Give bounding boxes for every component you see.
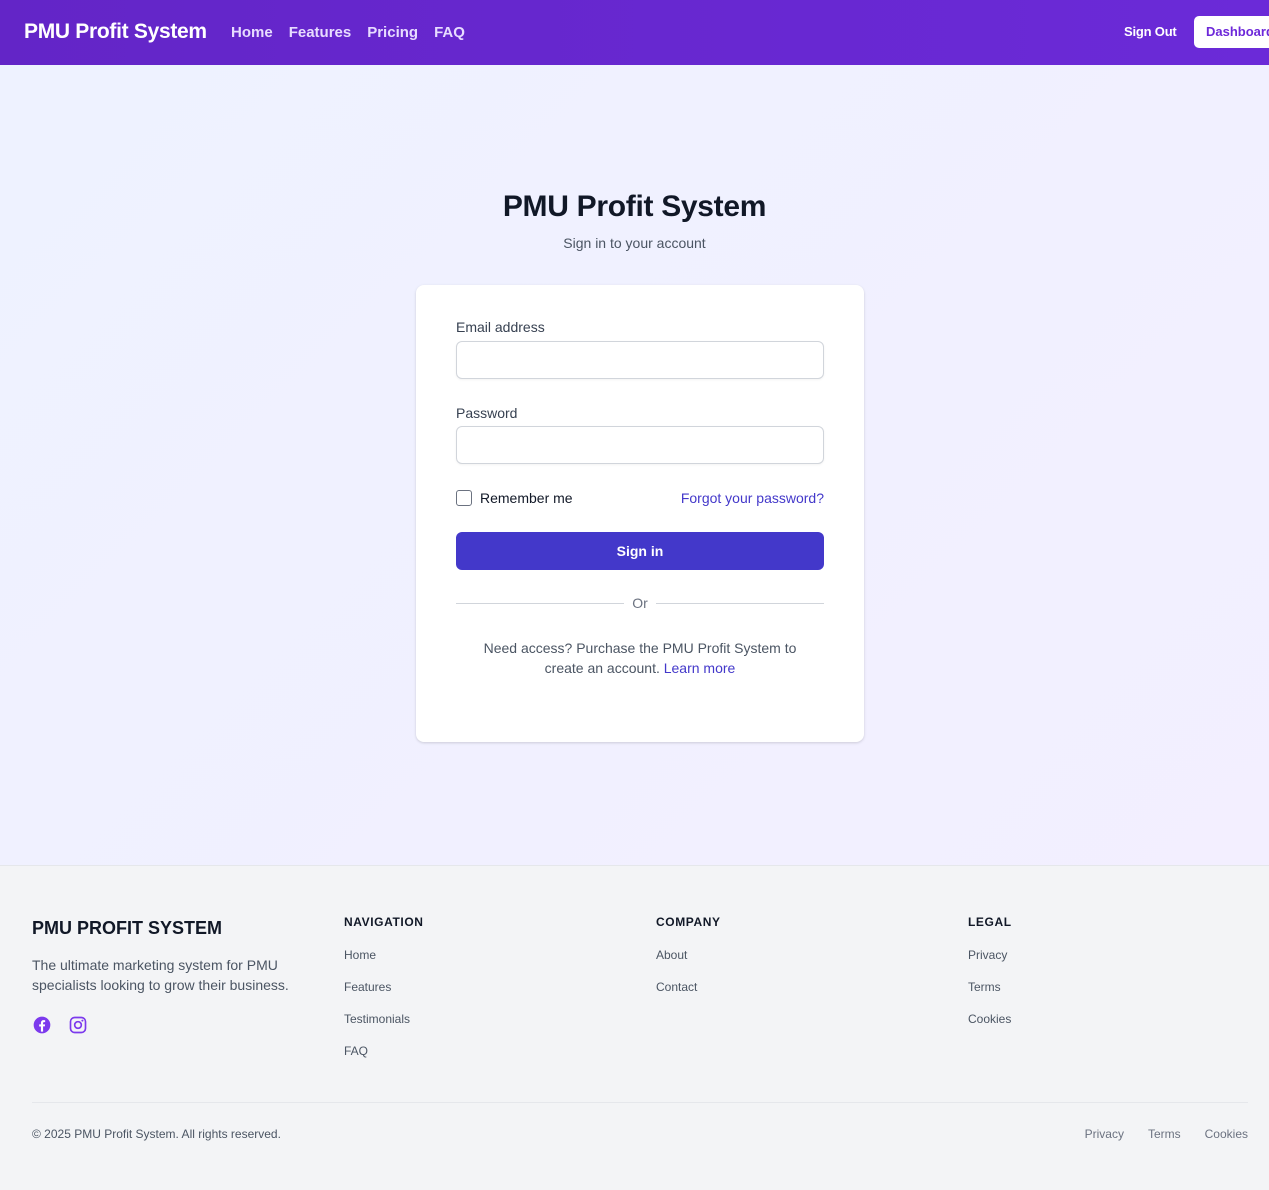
footer-heading-navigation: NAVIGATION [344, 915, 424, 929]
email-field[interactable] [456, 341, 824, 379]
footer-links-navigation: Home Features Testimonials FAQ [344, 948, 410, 1076]
email-label: Email address [456, 319, 545, 335]
copyright-text: © 2025 PMU Profit System. All rights res… [32, 1127, 281, 1141]
divider-text: Or [632, 595, 648, 611]
bottom-link-terms[interactable]: Terms [1148, 1127, 1181, 1141]
learn-more-link[interactable]: Learn more [664, 660, 736, 676]
facebook-icon[interactable] [32, 1015, 52, 1035]
page-subtitle: Sign in to your account [563, 235, 706, 251]
brand-logo[interactable]: PMU Profit System [24, 20, 207, 44]
footer: PMU PROFIT SYSTEM The ultimate marketing… [0, 865, 1269, 1190]
footer-link-features[interactable]: Features [344, 980, 410, 1012]
footer-link-faq[interactable]: FAQ [344, 1044, 410, 1076]
footer-description: The ultimate marketing system for PMU sp… [32, 957, 289, 993]
forgot-password-link[interactable]: Forgot your password? [681, 490, 824, 506]
access-note: Need access? Purchase the PMU Profit Sys… [466, 638, 814, 678]
login-section: PMU Profit System Sign in to your accoun… [0, 65, 1269, 865]
dashboard-button[interactable]: Dashboard [1194, 16, 1269, 48]
top-navbar: PMU Profit System Home Features Pricing … [0, 0, 1269, 65]
login-card: Email address Password Remember me Forgo… [416, 285, 864, 742]
remember-me-label[interactable]: Remember me [480, 490, 573, 506]
footer-brand: PMU PROFIT SYSTEM [32, 918, 223, 938]
footer-heading-legal: LEGAL [968, 915, 1012, 929]
nav-features[interactable]: Features [289, 24, 352, 41]
footer-link-contact[interactable]: Contact [656, 980, 697, 1012]
footer-link-testimonials[interactable]: Testimonials [344, 1012, 410, 1044]
footer-link-home[interactable]: Home [344, 948, 410, 980]
remember-me-checkbox[interactable] [456, 490, 472, 506]
nav-faq[interactable]: FAQ [434, 24, 465, 41]
nav-home[interactable]: Home [231, 24, 273, 41]
footer-links-company: About Contact [656, 948, 697, 1012]
footer-link-terms[interactable]: Terms [968, 980, 1011, 1012]
page-title: PMU Profit System [502, 190, 767, 223]
bottom-link-privacy[interactable]: Privacy [1085, 1127, 1124, 1141]
footer-heading-company: COMPANY [656, 915, 721, 929]
sign-in-button[interactable]: Sign in [456, 532, 824, 570]
nav-pricing[interactable]: Pricing [367, 24, 418, 41]
footer-link-cookies[interactable]: Cookies [968, 1012, 1011, 1044]
footer-links-legal: Privacy Terms Cookies [968, 948, 1011, 1044]
access-text: Need access? Purchase the PMU Profit Sys… [483, 640, 797, 676]
footer-link-privacy[interactable]: Privacy [968, 948, 1011, 980]
password-field[interactable] [456, 426, 824, 464]
footer-link-about[interactable]: About [656, 948, 697, 980]
sign-out-button[interactable]: Sign Out [1124, 24, 1177, 39]
footer-divider [32, 1102, 1248, 1103]
footer-bottom-links: Privacy Terms Cookies [1085, 1127, 1248, 1141]
bottom-link-cookies[interactable]: Cookies [1205, 1127, 1248, 1141]
main-nav: Home Features Pricing FAQ [231, 24, 465, 41]
password-label: Password [456, 405, 518, 421]
instagram-icon[interactable] [68, 1015, 88, 1035]
